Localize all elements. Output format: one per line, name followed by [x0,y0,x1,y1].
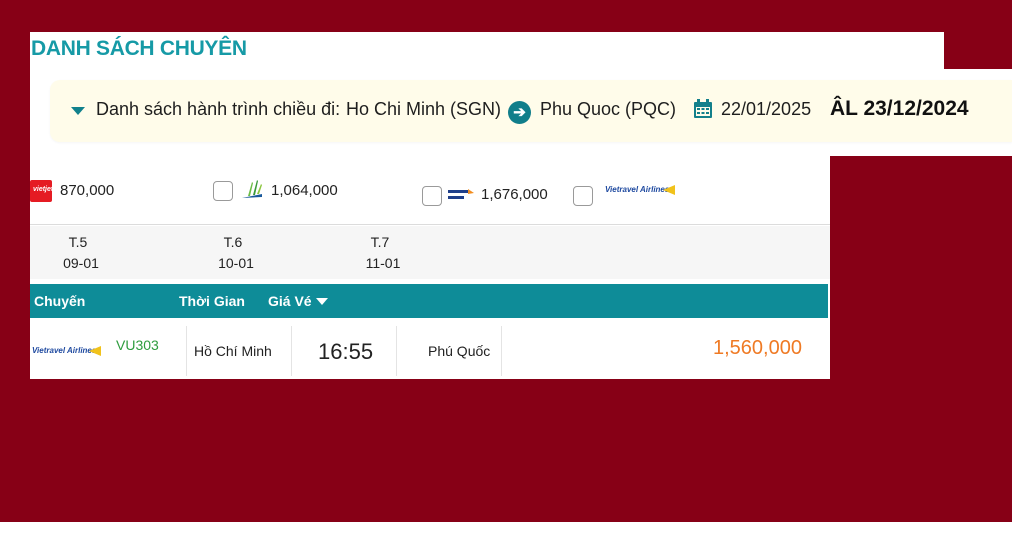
airline-filter-checkbox[interactable] [422,186,442,206]
cell-divider [501,326,502,376]
results-table-header [30,284,828,318]
cell-divider [396,326,397,376]
header-price-sort[interactable]: Giá Vé [268,293,312,309]
airline-logo: Vietravel Airlines [32,346,97,355]
cell-divider [291,326,292,376]
fare-price[interactable]: 1,560,000 [713,337,802,360]
day-date[interactable]: 09-01 [51,255,111,271]
cell-divider [186,326,187,376]
bamboo-logo-icon [242,180,262,198]
airline-filter-price: 1,064,000 [271,182,338,199]
airline-filter-checkbox[interactable] [573,186,593,206]
divider [30,224,830,225]
origin-city: Hồ Chí Minh [194,343,272,359]
airline-filter-checkbox[interactable] [213,181,233,201]
lunar-date: ÂL 23/12/2024 [830,97,969,120]
day-strip [30,226,830,279]
header-flight: Chuyến [34,293,86,309]
day-date[interactable]: 10-01 [206,255,266,271]
pacific-airlines-logo-icon [448,189,474,199]
itinerary-origin: Ho Chi Minh (SGN) [346,99,502,119]
sort-caret-icon[interactable] [316,298,328,305]
calendar-icon[interactable] [694,99,712,118]
day-date[interactable]: 11-01 [353,255,413,271]
vietravel-logo-icon: Vietravel Airlines [605,185,670,194]
vietravel-flag-icon [89,346,101,356]
destination-city: Phú Quốc [428,343,491,359]
caret-down-icon[interactable] [71,107,85,115]
header-time: Thời Gian [179,293,245,309]
itinerary-destination: Phu Quoc (PQC) [540,99,677,119]
departure-time: 16:55 [318,339,374,364]
page-title: DANH SÁCH CHUYÊN [31,37,247,60]
day-weekday[interactable]: T.7 [350,234,410,250]
arrow-right-icon: ➔ [508,101,531,124]
flight-code: VU303 [116,337,159,353]
itinerary-label: Danh sách hành trình chiều đi: [96,99,341,119]
departure-date[interactable]: 22/01/2025 [721,99,811,120]
day-weekday[interactable]: T.6 [203,234,263,250]
vietravel-flag-icon [663,185,675,195]
vietjet-logo-icon: vietjet [30,180,53,202]
day-weekday[interactable]: T.5 [48,234,108,250]
airline-filter-price: 1,676,000 [481,186,548,203]
airline-filter-price: 870,000 [60,182,115,199]
